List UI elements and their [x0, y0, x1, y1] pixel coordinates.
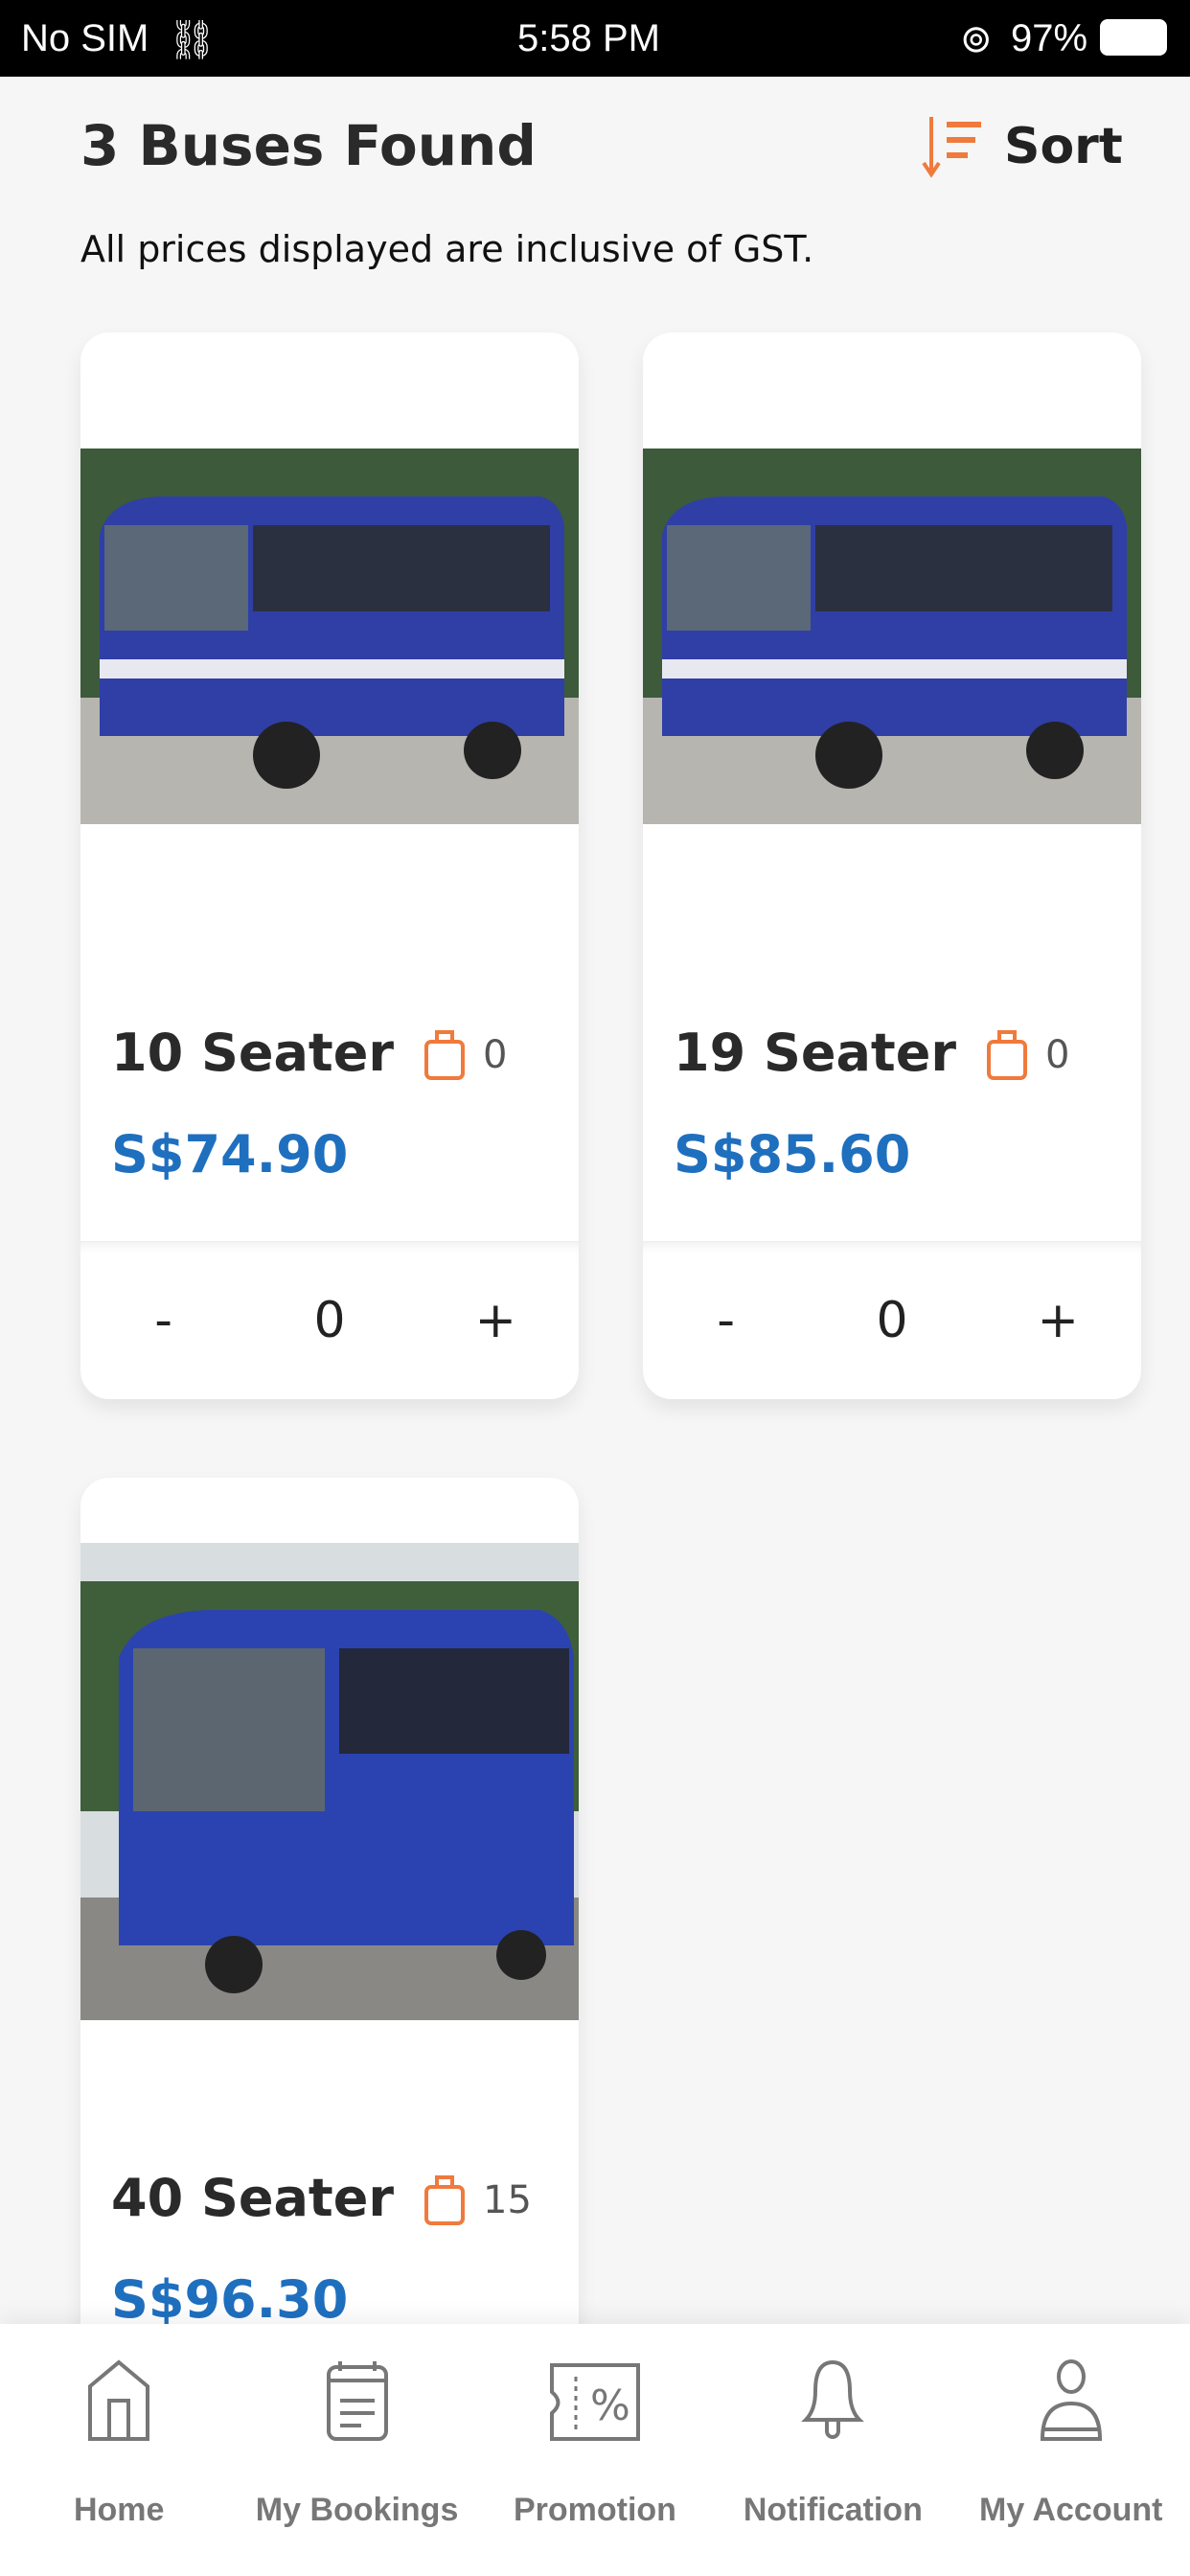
- nav-label: Home: [73, 2492, 165, 2528]
- battery-icon: [1100, 19, 1167, 56]
- luggage-info: 0: [986, 1028, 1069, 1082]
- sort-icon: [922, 117, 981, 178]
- bus-name: 10 Seater: [111, 1023, 394, 1083]
- promotion-icon: %: [549, 2363, 640, 2441]
- luggage-count: 0: [1045, 1033, 1070, 1077]
- status-bar: No SIM ⛓ 5:58 PM ⊚ 97%: [0, 0, 1190, 77]
- increment-button[interactable]: +: [438, 1292, 553, 1349]
- quantity-value: 0: [876, 1292, 908, 1349]
- nav-my-bookings[interactable]: My Bookings: [242, 2324, 472, 2576]
- sort-button[interactable]: Sort: [920, 113, 1123, 180]
- svg-text:%: %: [590, 2381, 630, 2430]
- bus-price: S$96.30: [111, 2269, 349, 2330]
- bookings-icon: [326, 2361, 388, 2441]
- bus-image: [643, 448, 1141, 824]
- luggage-icon: [424, 1030, 465, 1080]
- bus-card[interactable]: 19 Seater 0 S$85.60 - 0 +: [643, 333, 1141, 1399]
- bus-image: [80, 448, 579, 824]
- bottom-nav: Home My Bookings % Promotion Notificatio…: [0, 2324, 1190, 2576]
- bus-image: [80, 1543, 579, 2020]
- quantity-stepper: - 0 +: [80, 1241, 579, 1399]
- bus-name: 40 Seater: [111, 2168, 394, 2228]
- nav-notification[interactable]: Notification: [718, 2324, 948, 2576]
- luggage-info: 0: [423, 1028, 507, 1082]
- quantity-value: 0: [313, 1292, 346, 1349]
- luggage-count: 15: [483, 2178, 532, 2222]
- bus-card[interactable]: 10 Seater 0 S$74.90 - 0 +: [80, 333, 579, 1399]
- account-icon: [1040, 2359, 1102, 2441]
- carrier: No SIM: [21, 17, 149, 59]
- nav-label: My Account: [979, 2492, 1163, 2528]
- luggage-info: 15: [423, 2174, 532, 2227]
- quantity-stepper: - 0 +: [643, 1241, 1141, 1399]
- nav-label: My Bookings: [255, 2492, 459, 2528]
- decrement-button[interactable]: -: [669, 1292, 784, 1349]
- gst-note: All prices displayed are inclusive of GS…: [80, 228, 814, 270]
- bus-price: S$74.90: [111, 1124, 349, 1184]
- nav-home[interactable]: Home: [4, 2324, 234, 2576]
- luggage-icon: [987, 1030, 1027, 1080]
- bus-name: 19 Seater: [674, 1023, 956, 1083]
- orientation-lock-icon: ⊚: [960, 18, 993, 60]
- increment-button[interactable]: +: [1000, 1292, 1115, 1349]
- nav-my-account[interactable]: My Account: [956, 2324, 1186, 2576]
- luggage-icon: [424, 2175, 465, 2225]
- nav-label: Notification: [743, 2492, 923, 2528]
- bell-icon: [801, 2359, 865, 2439]
- page-title: 3 Buses Found: [80, 113, 537, 178]
- bus-card[interactable]: 40 Seater 15 S$96.30: [80, 1478, 579, 2436]
- battery-percent: 97%: [1011, 17, 1088, 59]
- clock: 5:58 PM: [517, 17, 660, 59]
- decrement-button[interactable]: -: [106, 1292, 221, 1349]
- nav-label: Promotion: [513, 2492, 676, 2528]
- bus-price: S$85.60: [674, 1124, 911, 1184]
- sort-label: Sort: [1004, 118, 1123, 175]
- link-icon: ⛓: [168, 19, 217, 61]
- nav-promotion[interactable]: % Promotion: [480, 2324, 710, 2576]
- home-icon: [88, 2359, 150, 2441]
- luggage-count: 0: [483, 1033, 508, 1077]
